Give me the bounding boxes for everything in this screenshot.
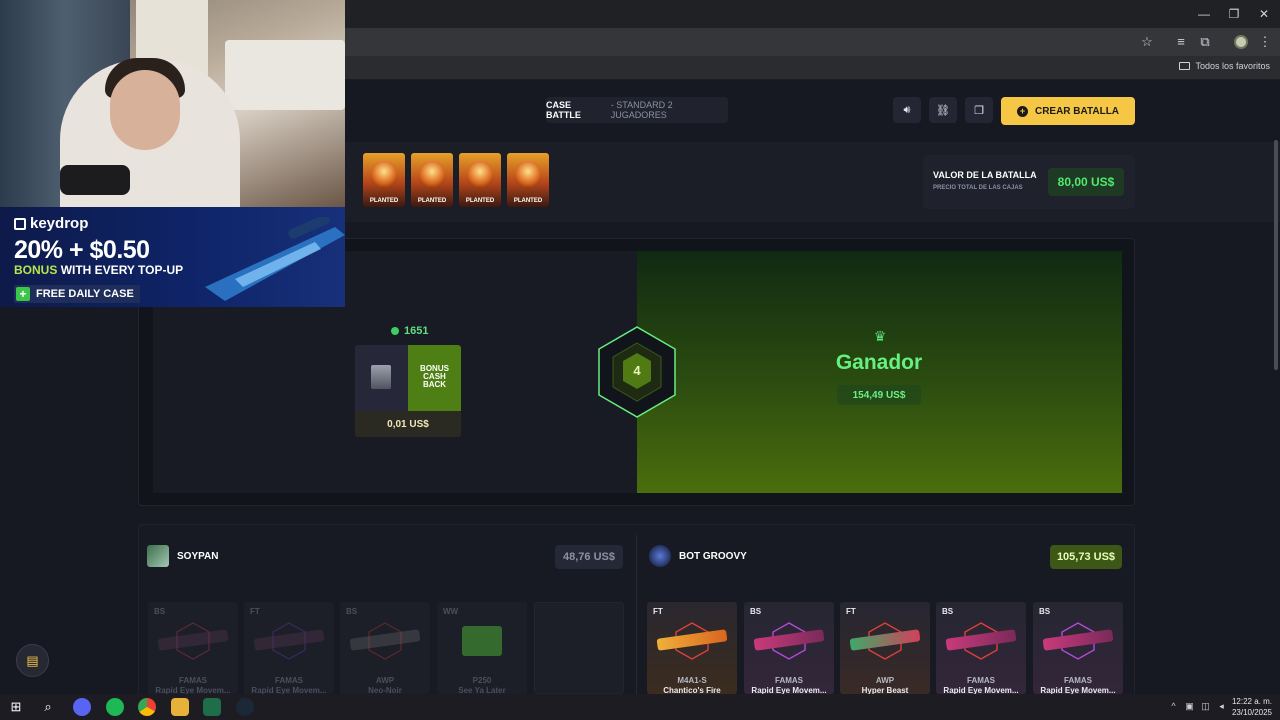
chevron-up-icon[interactable]: ^ [1168,701,1179,712]
battle-mode-label: CASE BATTLE - STANDARD 2 JUGADORES [546,97,728,123]
microphone [60,165,130,195]
battle-value-title: VALOR DE LA BATALLA [933,170,1037,180]
chat-button[interactable]: ▤ [16,644,49,677]
winner-label: Ganador [835,351,923,374]
sponsor-banner: keydrop 20% + $0.50 BONUS WITH EVERY TOP… [0,207,345,307]
battle-value-amount: 80,00 US$ [1048,168,1124,196]
round-number: 4 [633,363,641,378]
item-card[interactable]: BS FAMAS Rapid Eye Movem... [744,602,834,694]
pistol-icon [371,365,391,389]
sponsor-logo: keydrop [14,215,88,232]
link-icon: ⛓︎ [936,104,950,117]
winner-amount: 154,49 US$ [837,385,921,405]
tray-app-icon[interactable]: ▣ [1184,701,1195,712]
item-card[interactable]: BS FAMAS Rapid Eye Movem... [1033,602,1123,694]
search-icon[interactable]: ⌕ [39,698,57,716]
sponsor-headline: 20% + $0.50 [14,236,150,264]
item-card[interactable]: FT AWP Hyper Beast [840,602,930,694]
item-card[interactable]: FT M4A1-S Chantico's Fire [647,602,737,694]
plus-icon: + [16,287,30,301]
all-bookmarks-button[interactable]: Todos los favoritos [1179,61,1270,71]
spotify-icon[interactable] [106,698,124,716]
speaker-icon: 🔊︎ [903,103,911,116]
restore-icon[interactable]: ❐ [1224,6,1244,22]
drop-price: 0,01 US$ [355,411,461,437]
bot-avatar[interactable] [649,545,671,567]
chrome-icon[interactable] [138,698,156,716]
windows-start-icon[interactable]: ⊞ [7,698,25,716]
copy-button[interactable]: ❐ [965,97,993,123]
avatar[interactable] [147,545,169,567]
drop-card: BONUS CASH BACK 0,01 US$ [355,345,461,437]
star-icon[interactable]: ☆ [1138,33,1156,51]
item-card[interactable]: BS FAMAS Rapid Eye Movem... [148,602,238,694]
divider [636,535,637,694]
pistol-icon [462,626,502,656]
gift-icon [14,217,26,230]
case-thumbnail[interactable]: PLANTED [411,153,453,207]
network-icon[interactable]: ◫ [1200,701,1211,712]
battle-value-subtitle: PRECIO TOTAL DE LAS CAJAS [933,185,1023,191]
extensions-icon[interactable]: ⧉ [1196,33,1214,51]
taskbar: ⊞ ⌕ ^ ▣ ◫ ◂ 12:22 a. m. 23/10/2025 [0,694,1280,720]
steam-icon[interactable] [236,698,254,716]
player-total: 105,73 US$ [1050,545,1122,569]
page-scrollbar[interactable] [1274,140,1278,370]
create-battle-button[interactable]: + CREAR BATALLA [1001,97,1135,125]
link-button[interactable]: ⛓︎ [929,97,957,123]
battle-value-box: VALOR DE LA BATALLA PRECIO TOTAL DE LAS … [923,155,1135,209]
case-thumbnail[interactable]: PLANTED [507,153,549,207]
menu-icon[interactable]: ⋮ [1256,33,1274,51]
profile-avatar[interactable] [1234,35,1248,49]
file-explorer-icon[interactable] [171,698,189,716]
webcam-overlay [0,0,345,207]
player-name[interactable]: BOT GROOVY [679,551,747,562]
item-card[interactable]: BS AWP Neo-Noir [340,602,430,694]
case-thumbnail[interactable]: PLANTED [363,153,405,207]
item-card[interactable]: FT FAMAS Rapid Eye Movem... [244,602,334,694]
crown-icon: ♛ [873,328,887,344]
media-icon[interactable]: ≡ [1172,33,1190,51]
player-one-header: SOYPAN [147,541,219,571]
player-name[interactable]: SOYPAN [177,551,219,562]
copy-icon: ❐ [974,104,984,117]
sponsor-subline: BONUS WITH EVERY TOP-UP [14,263,184,277]
round-hexagon: 4 [598,326,676,418]
discord-icon[interactable] [73,698,91,716]
chat-icon: ▤ [26,652,39,668]
close-icon[interactable]: ✕ [1254,6,1274,22]
minimize-icon[interactable]: — [1194,6,1214,22]
item-card[interactable]: BS FAMAS Rapid Eye Movem... [936,602,1026,694]
coin-icon [391,327,399,335]
volume-icon[interactable]: ◂ [1216,701,1227,712]
points-indicator: 1651 [391,325,428,337]
case-thumbnail[interactable]: PLANTED [459,153,501,207]
sound-button[interactable]: 🔊︎ [893,97,921,123]
rifle-icon [205,217,345,301]
cashback-badge: BONUS CASH BACK [408,345,461,411]
item-card[interactable]: WW P250 See Ya Later [437,602,527,694]
folder-icon [1179,62,1191,70]
sponsor-cta: + FREE DAILY CASE [14,285,140,303]
player-total: 48,76 US$ [555,545,623,569]
xbox-icon[interactable] [203,698,221,716]
player-two-header: BOT GROOVY [649,541,747,571]
empty-item-slot [534,602,624,694]
plus-icon: + [1016,105,1028,117]
clock[interactable]: 12:22 a. m. 23/10/2025 [1232,696,1272,718]
